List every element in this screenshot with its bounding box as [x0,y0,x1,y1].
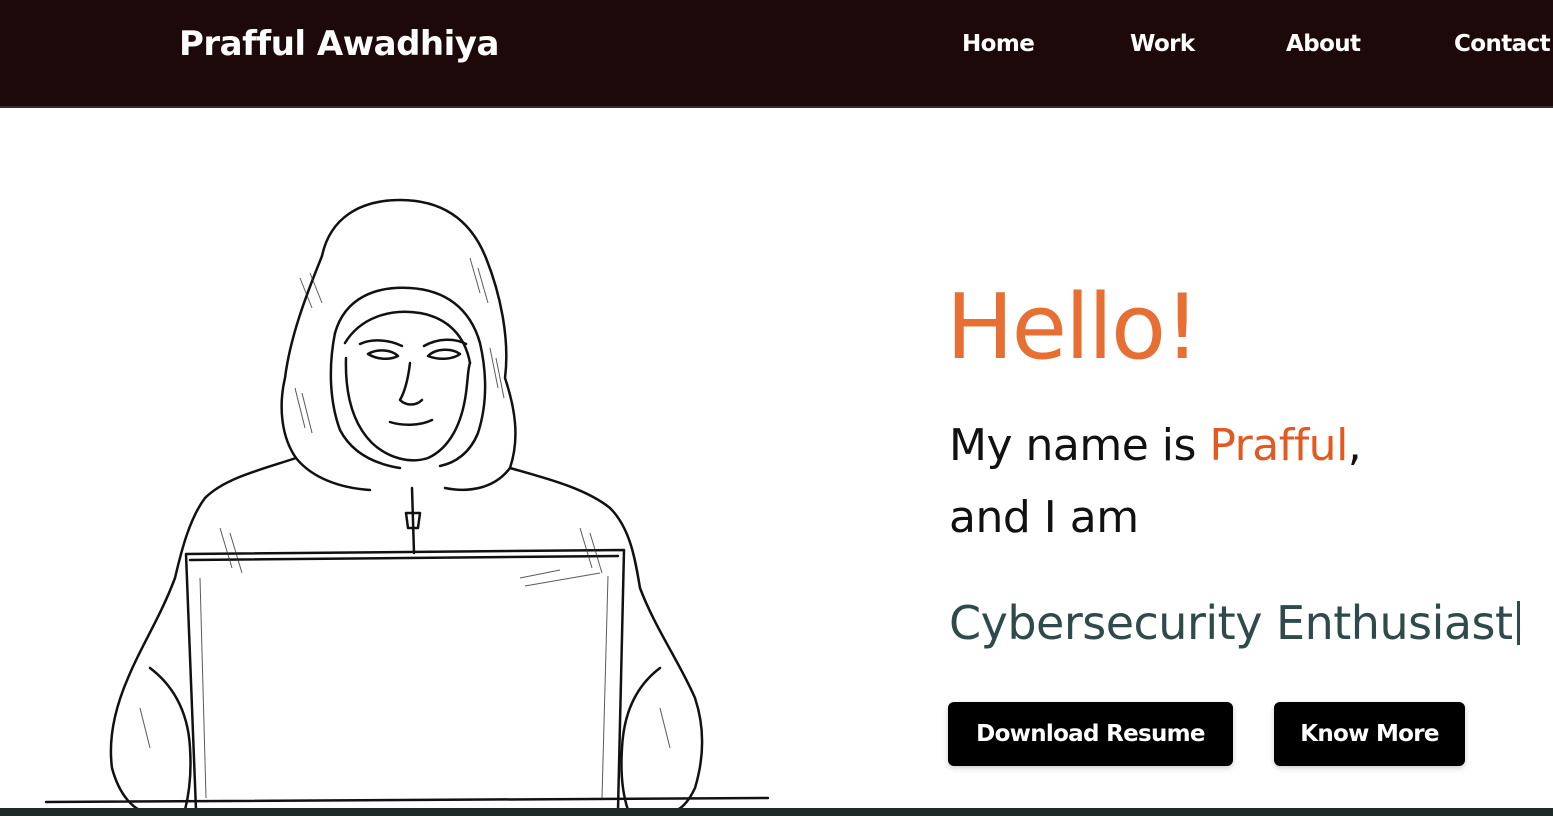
nav-link-contact[interactable]: Contact [1454,31,1551,57]
hooded-hacker-illustration [44,198,770,810]
nav-link-work[interactable]: Work [1130,31,1195,57]
brand-logo[interactable]: Prafful Awadhiya [179,24,499,64]
hero-name: Prafful [1209,420,1348,471]
download-resume-button[interactable]: Download Resume [948,702,1233,766]
intro-suffix: , [1347,420,1362,471]
typed-role: Cybersecurity Enthusiast [949,596,1520,650]
navbar: Prafful Awadhiya Home Work About Contact [0,0,1553,108]
nav-link-about[interactable]: About [1286,31,1361,57]
intro-line2: and I am [949,492,1139,543]
intro-prefix: My name is [949,420,1210,471]
section-divider [0,808,1553,816]
typing-cursor [1516,601,1520,645]
role-text: Cybersecurity Enthusiast [949,596,1513,650]
nav-link-home[interactable]: Home [962,31,1035,57]
hero-intro: My name is Prafful, and I am [949,410,1362,554]
hero-greeting: Hello! [946,275,1200,380]
know-more-button[interactable]: Know More [1274,702,1465,766]
